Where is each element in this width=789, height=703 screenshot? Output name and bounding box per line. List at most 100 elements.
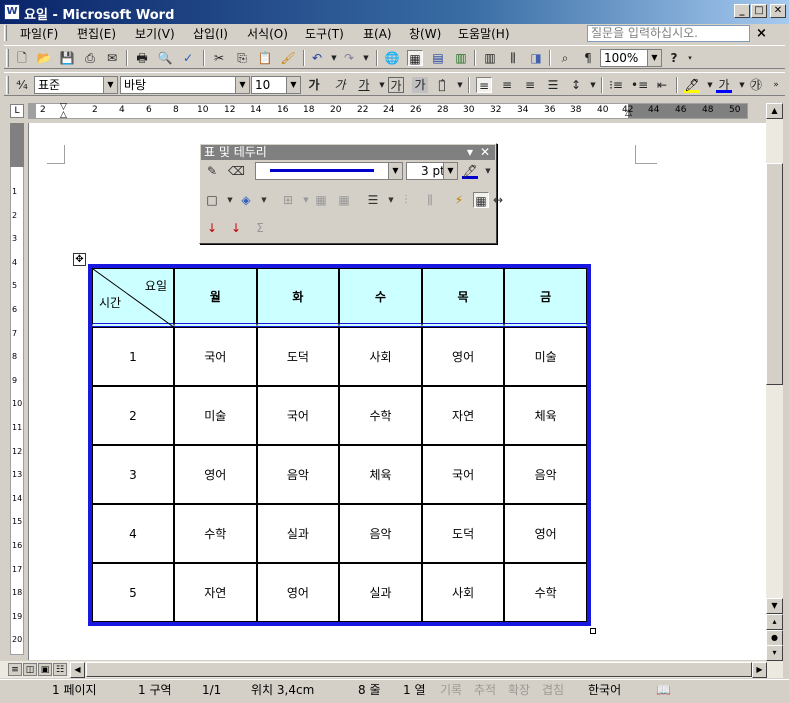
save-icon[interactable]: 💾 [59,50,75,66]
subject-cell[interactable]: 음악 [256,445,340,504]
vertical-ruler[interactable] [10,123,24,655]
split-cells-icon[interactable]: ▦ [336,192,352,208]
scroll-up-icon[interactable]: ▲ [766,103,783,119]
sort-descending-icon[interactable]: ↓ [228,220,244,236]
insert-table-palette-icon[interactable]: ⊞ [280,192,296,208]
status-track-changes[interactable]: 추적 [474,682,496,698]
subject-cell[interactable]: 수학 [339,386,422,445]
line-spacing-dropdown-icon[interactable]: ▼ [585,77,601,93]
subject-cell[interactable]: 수학 [174,504,257,563]
line-weight-dropdown-icon[interactable]: ▼ [443,163,457,179]
toolbar-options-icon[interactable]: ▾ [682,50,698,66]
palette-options-icon[interactable]: ▼ [467,145,473,160]
distributed-icon[interactable]: ☰ [545,77,561,93]
highlight-icon[interactable]: 🖊 [684,77,700,93]
font-select[interactable]: 바탕 ▼ [120,76,250,94]
header-day-fri[interactable]: 금 [504,268,587,327]
period-cell[interactable]: 5 [92,563,174,622]
table-resize-handle[interactable] [590,628,596,634]
undo-dropdown-icon[interactable]: ▼ [326,50,342,66]
subject-cell[interactable]: 미술 [504,327,587,386]
menu-format[interactable]: 서식(O) [247,26,288,42]
sort-ascending-icon[interactable]: ↓ [204,220,220,236]
scroll-right-icon[interactable]: ▶ [752,662,767,678]
subject-cell[interactable]: 자연 [174,563,257,622]
paragraph-mark-icon[interactable]: ¶ [580,50,596,66]
palette-close-icon[interactable]: ✕ [480,145,490,160]
subject-cell[interactable]: 도덕 [421,504,505,563]
help-question-input[interactable]: 질문을 입력하십시오. [587,25,750,42]
shading-dropdown-icon[interactable]: ▼ [256,192,272,208]
period-cell[interactable]: 2 [92,386,174,445]
menu-help[interactable]: 도움말(H) [458,26,510,42]
document-map-icon[interactable]: ◨ [528,50,544,66]
zoom-select[interactable]: 100% ▼ [600,49,662,67]
next-page-icon[interactable]: ▾ [766,645,783,661]
print-icon[interactable]: 🖶 [134,50,150,66]
insert-excel-icon[interactable]: ▥ [453,50,469,66]
merge-cells-icon[interactable]: ▦ [313,192,329,208]
web-layout-icon[interactable]: ◫ [23,663,37,676]
subject-cell[interactable]: 음악 [504,445,587,504]
subject-cell[interactable]: 영어 [504,504,587,563]
align-cell-icon[interactable]: ☰ [365,192,381,208]
open-folder-icon[interactable]: 📂 [36,50,52,66]
border-color-icon[interactable]: 🖊 [462,163,478,179]
header-day-wed[interactable]: 수 [339,268,422,327]
subject-cell[interactable]: 체육 [504,386,587,445]
insert-table-icon[interactable]: ▤ [430,50,446,66]
toolbar-grip[interactable] [6,76,9,94]
border-color-dropdown-icon[interactable]: ▼ [480,163,496,179]
bullets-icon[interactable]: •≡ [631,77,648,93]
diagonal-header-cell[interactable]: 요일 시간 [92,268,175,328]
horizontal-scroll-thumb[interactable] [86,662,752,677]
subject-cell[interactable]: 체육 [339,445,422,504]
header-day-mon[interactable]: 월 [174,268,257,327]
palette-title-bar[interactable]: 표 및 테두리 ▼ ✕ [201,145,495,160]
spelling-icon[interactable]: ✓ [180,50,196,66]
redo-dropdown-icon[interactable]: ▼ [358,50,374,66]
scroll-down-icon[interactable]: ▼ [766,598,783,614]
italic-button[interactable]: 가 [332,77,348,93]
style-dropdown-icon[interactable]: ▼ [103,77,117,93]
print-layout-icon[interactable]: ▣ [38,663,52,676]
font-color-icon[interactable]: 가 [716,77,732,93]
redo-icon[interactable]: ↷ [341,50,357,66]
subject-cell[interactable]: 국어 [256,386,340,445]
left-indent-icon[interactable]: △ [60,111,67,120]
decrease-indent-icon[interactable]: ⇤ [654,77,670,93]
bold-button[interactable]: 가 [306,77,322,93]
outside-border-icon[interactable]: □ [204,192,220,208]
font-dropdown-icon[interactable]: ▼ [235,77,249,93]
align-justify-icon[interactable]: ≡ [476,77,492,93]
line-style-dropdown-icon[interactable]: ▼ [388,163,402,179]
numbering-icon[interactable]: ⁝≡ [608,77,624,93]
menu-table[interactable]: 표(A) [363,26,392,42]
subject-cell[interactable]: 실과 [256,504,340,563]
format-painter-icon[interactable]: 🖌 [280,50,296,66]
menu-view[interactable]: 보기(V) [135,26,175,42]
period-cell[interactable]: 4 [92,504,174,563]
document-close-icon[interactable]: × [756,26,767,41]
table-move-handle-icon[interactable]: ✥ [73,253,86,266]
subject-cell[interactable]: 국어 [174,327,257,386]
minimize-button[interactable]: _ [734,4,750,18]
subject-cell[interactable]: 사회 [421,563,505,622]
subject-cell[interactable]: 도덕 [256,327,340,386]
maximize-button[interactable]: □ [751,4,767,18]
enclose-char-icon[interactable]: ㉮ [748,77,764,93]
tab-selector-icon[interactable]: L [10,104,24,118]
table-autoformat-icon[interactable]: ⚡ [451,192,467,208]
char-border-button[interactable]: 가 [388,77,404,93]
word-app-icon[interactable]: W [4,4,20,20]
autofit-icon[interactable]: ▦ [473,192,489,208]
subject-cell[interactable]: 수학 [504,563,587,622]
shading-color-icon[interactable]: ◈ [238,192,254,208]
subject-cell[interactable]: 국어 [421,445,505,504]
hyperlink-icon[interactable]: 🌐 [384,50,400,66]
menu-grip[interactable] [4,25,7,41]
eraser-icon[interactable]: ⌫ [228,163,245,179]
print-preview-icon[interactable]: 🔍 [157,50,173,66]
subject-cell[interactable]: 자연 [421,386,505,445]
distribute-rows-icon[interactable]: ⫶ [398,192,414,208]
